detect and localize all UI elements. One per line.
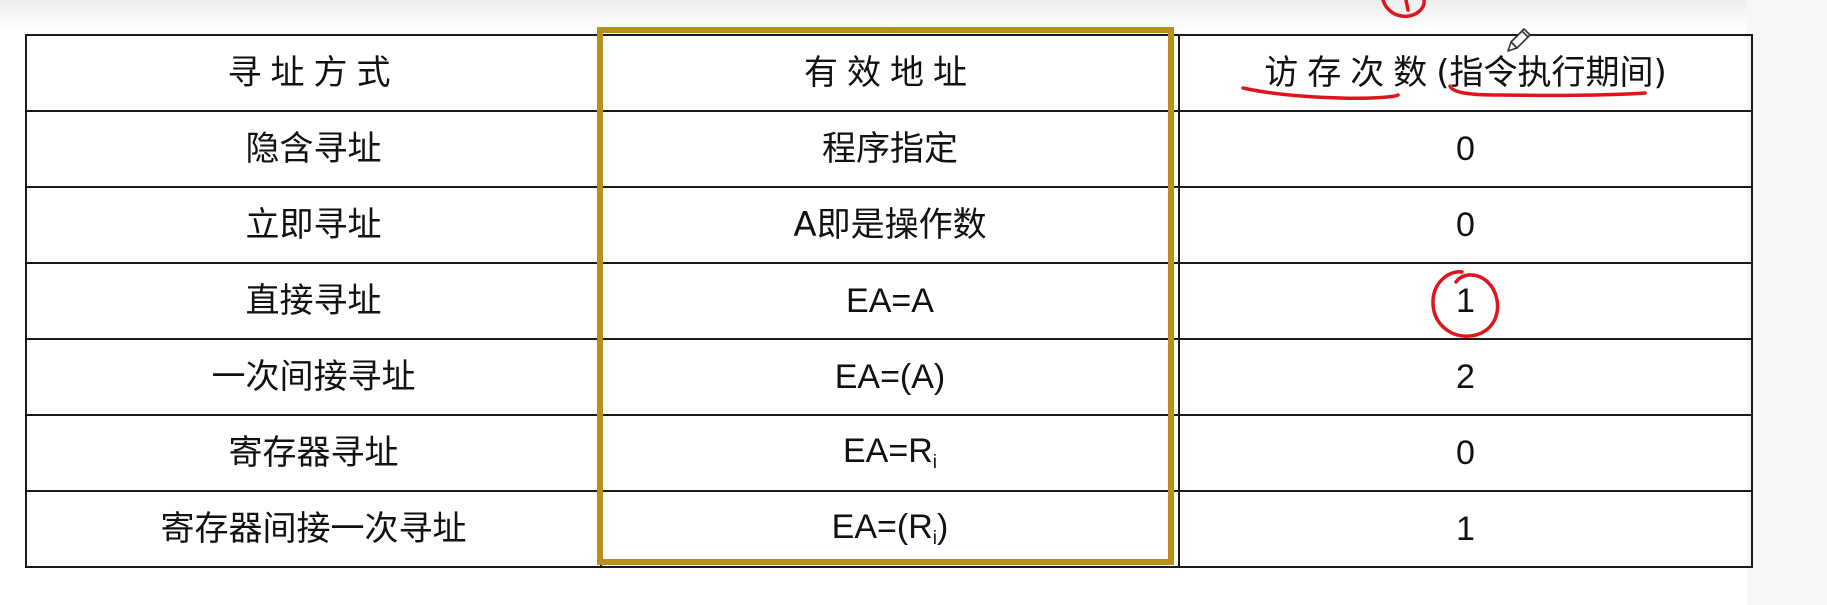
count-cell: 2 xyxy=(1178,338,1753,416)
ea-subscript: i xyxy=(932,452,937,473)
count-cell: 0 xyxy=(1178,414,1753,492)
ea-cell: A即是操作数 xyxy=(600,186,1180,264)
count-cell: 1 xyxy=(1178,490,1753,568)
top-shade xyxy=(0,0,1827,30)
ea-cell: EA=Ri xyxy=(600,414,1180,492)
mode-cell: 寄存器间接一次寻址 xyxy=(25,490,602,568)
ea-suffix: ) xyxy=(937,508,949,546)
header-effective-address: 有效地址 xyxy=(600,34,1180,112)
ea-cell: EA=(Ri) xyxy=(600,490,1180,568)
table-row: 直接寻址 EA=A 1 xyxy=(25,262,1753,340)
ea-prefix: EA=(R xyxy=(831,508,933,546)
ea-cell: EA=(A) xyxy=(600,338,1180,416)
table-row: 立即寻址 A即是操作数 0 xyxy=(25,186,1753,264)
table-row: 隐含寻址 程序指定 0 xyxy=(25,110,1753,188)
table-row: 寄存器间接一次寻址 EA=(Ri) 1 xyxy=(25,490,1753,568)
count-cell: 1 xyxy=(1178,262,1753,340)
ea-prefix: EA=R xyxy=(843,432,933,470)
count-cell: 0 xyxy=(1178,186,1753,264)
table-row: 寄存器寻址 EA=Ri 0 xyxy=(25,414,1753,492)
right-shade xyxy=(1747,0,1827,605)
header-access-count: 访存次数(指令执行期间) xyxy=(1178,34,1753,112)
header-mode: 寻址方式 xyxy=(25,34,602,112)
mode-cell: 立即寻址 xyxy=(25,186,602,264)
mode-cell: 直接寻址 xyxy=(25,262,602,340)
count-cell: 0 xyxy=(1178,110,1753,188)
ea-cell: 程序指定 xyxy=(600,110,1180,188)
mode-cell: 隐含寻址 xyxy=(25,110,602,188)
table-row: 一次间接寻址 EA=(A) 2 xyxy=(25,338,1753,416)
header-row: 寻址方式 有效地址 访存次数(指令执行期间) xyxy=(25,34,1753,112)
mode-cell: 寄存器寻址 xyxy=(25,414,602,492)
mode-cell: 一次间接寻址 xyxy=(25,338,602,416)
addressing-modes-table: 寻址方式 有效地址 访存次数(指令执行期间) 隐含寻址 程序指定 0 立即寻址 … xyxy=(25,34,1753,568)
ea-cell: EA=A xyxy=(600,262,1180,340)
